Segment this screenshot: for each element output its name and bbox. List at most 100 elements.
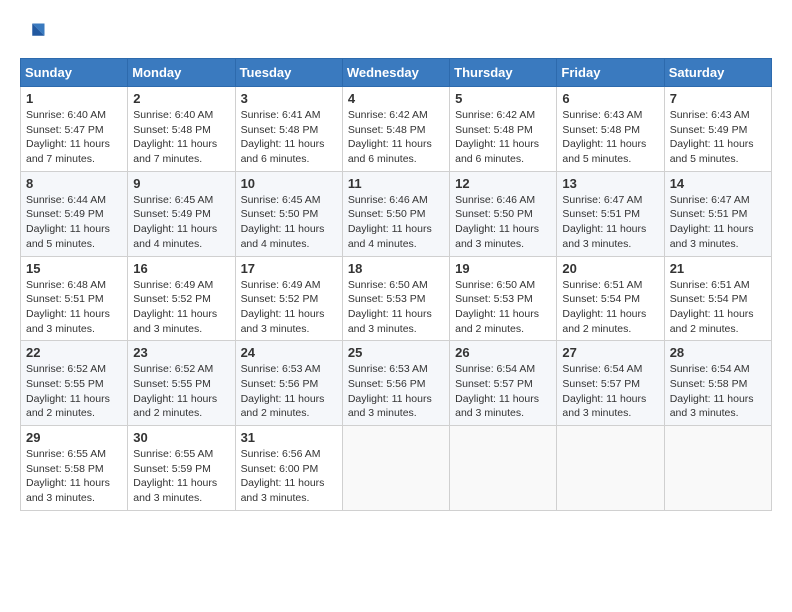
day-number: 28 xyxy=(670,345,766,360)
day-number: 27 xyxy=(562,345,658,360)
day-number: 14 xyxy=(670,176,766,191)
calendar-cell xyxy=(557,426,664,511)
day-number: 19 xyxy=(455,261,551,276)
col-header-monday: Monday xyxy=(128,59,235,87)
cell-info: Sunrise: 6:40 AM Sunset: 5:48 PM Dayligh… xyxy=(133,108,229,167)
calendar-cell: 10 Sunrise: 6:45 AM Sunset: 5:50 PM Dayl… xyxy=(235,171,342,256)
logo xyxy=(20,20,52,48)
calendar-cell: 22 Sunrise: 6:52 AM Sunset: 5:55 PM Dayl… xyxy=(21,341,128,426)
cell-info: Sunrise: 6:46 AM Sunset: 5:50 PM Dayligh… xyxy=(455,193,551,252)
calendar-cell xyxy=(342,426,449,511)
day-number: 25 xyxy=(348,345,444,360)
cell-info: Sunrise: 6:45 AM Sunset: 5:50 PM Dayligh… xyxy=(241,193,337,252)
day-number: 30 xyxy=(133,430,229,445)
col-header-saturday: Saturday xyxy=(664,59,771,87)
cell-info: Sunrise: 6:48 AM Sunset: 5:51 PM Dayligh… xyxy=(26,278,122,337)
day-number: 21 xyxy=(670,261,766,276)
cell-info: Sunrise: 6:41 AM Sunset: 5:48 PM Dayligh… xyxy=(241,108,337,167)
cell-info: Sunrise: 6:55 AM Sunset: 5:59 PM Dayligh… xyxy=(133,447,229,506)
cell-info: Sunrise: 6:51 AM Sunset: 5:54 PM Dayligh… xyxy=(670,278,766,337)
calendar-cell: 7 Sunrise: 6:43 AM Sunset: 5:49 PM Dayli… xyxy=(664,87,771,172)
cell-info: Sunrise: 6:44 AM Sunset: 5:49 PM Dayligh… xyxy=(26,193,122,252)
calendar-cell: 4 Sunrise: 6:42 AM Sunset: 5:48 PM Dayli… xyxy=(342,87,449,172)
day-number: 11 xyxy=(348,176,444,191)
cell-info: Sunrise: 6:47 AM Sunset: 5:51 PM Dayligh… xyxy=(670,193,766,252)
cell-info: Sunrise: 6:42 AM Sunset: 5:48 PM Dayligh… xyxy=(455,108,551,167)
day-number: 17 xyxy=(241,261,337,276)
calendar-cell: 26 Sunrise: 6:54 AM Sunset: 5:57 PM Dayl… xyxy=(450,341,557,426)
cell-info: Sunrise: 6:56 AM Sunset: 6:00 PM Dayligh… xyxy=(241,447,337,506)
cell-info: Sunrise: 6:47 AM Sunset: 5:51 PM Dayligh… xyxy=(562,193,658,252)
day-number: 24 xyxy=(241,345,337,360)
calendar-cell: 31 Sunrise: 6:56 AM Sunset: 6:00 PM Dayl… xyxy=(235,426,342,511)
col-header-wednesday: Wednesday xyxy=(342,59,449,87)
day-number: 6 xyxy=(562,91,658,106)
day-number: 12 xyxy=(455,176,551,191)
calendar-cell: 1 Sunrise: 6:40 AM Sunset: 5:47 PM Dayli… xyxy=(21,87,128,172)
calendar-cell: 6 Sunrise: 6:43 AM Sunset: 5:48 PM Dayli… xyxy=(557,87,664,172)
col-header-tuesday: Tuesday xyxy=(235,59,342,87)
calendar-cell xyxy=(664,426,771,511)
calendar-cell: 27 Sunrise: 6:54 AM Sunset: 5:57 PM Dayl… xyxy=(557,341,664,426)
cell-info: Sunrise: 6:52 AM Sunset: 5:55 PM Dayligh… xyxy=(26,362,122,421)
col-header-thursday: Thursday xyxy=(450,59,557,87)
cell-info: Sunrise: 6:43 AM Sunset: 5:49 PM Dayligh… xyxy=(670,108,766,167)
day-number: 13 xyxy=(562,176,658,191)
calendar-cell: 25 Sunrise: 6:53 AM Sunset: 5:56 PM Dayl… xyxy=(342,341,449,426)
calendar-cell: 13 Sunrise: 6:47 AM Sunset: 5:51 PM Dayl… xyxy=(557,171,664,256)
calendar-cell: 16 Sunrise: 6:49 AM Sunset: 5:52 PM Dayl… xyxy=(128,256,235,341)
cell-info: Sunrise: 6:53 AM Sunset: 5:56 PM Dayligh… xyxy=(241,362,337,421)
calendar-week-row: 22 Sunrise: 6:52 AM Sunset: 5:55 PM Dayl… xyxy=(21,341,772,426)
calendar-cell: 23 Sunrise: 6:52 AM Sunset: 5:55 PM Dayl… xyxy=(128,341,235,426)
calendar-cell: 8 Sunrise: 6:44 AM Sunset: 5:49 PM Dayli… xyxy=(21,171,128,256)
calendar-week-row: 1 Sunrise: 6:40 AM Sunset: 5:47 PM Dayli… xyxy=(21,87,772,172)
day-number: 10 xyxy=(241,176,337,191)
day-number: 18 xyxy=(348,261,444,276)
day-number: 22 xyxy=(26,345,122,360)
cell-info: Sunrise: 6:50 AM Sunset: 5:53 PM Dayligh… xyxy=(348,278,444,337)
day-number: 2 xyxy=(133,91,229,106)
day-number: 23 xyxy=(133,345,229,360)
calendar-table: SundayMondayTuesdayWednesdayThursdayFrid… xyxy=(20,58,772,511)
day-number: 3 xyxy=(241,91,337,106)
calendar-cell: 18 Sunrise: 6:50 AM Sunset: 5:53 PM Dayl… xyxy=(342,256,449,341)
logo-icon xyxy=(20,20,48,48)
day-number: 1 xyxy=(26,91,122,106)
page-header xyxy=(20,20,772,48)
cell-info: Sunrise: 6:49 AM Sunset: 5:52 PM Dayligh… xyxy=(133,278,229,337)
cell-info: Sunrise: 6:55 AM Sunset: 5:58 PM Dayligh… xyxy=(26,447,122,506)
day-number: 31 xyxy=(241,430,337,445)
calendar-cell: 3 Sunrise: 6:41 AM Sunset: 5:48 PM Dayli… xyxy=(235,87,342,172)
day-number: 7 xyxy=(670,91,766,106)
calendar-cell: 29 Sunrise: 6:55 AM Sunset: 5:58 PM Dayl… xyxy=(21,426,128,511)
cell-info: Sunrise: 6:45 AM Sunset: 5:49 PM Dayligh… xyxy=(133,193,229,252)
calendar-cell: 11 Sunrise: 6:46 AM Sunset: 5:50 PM Dayl… xyxy=(342,171,449,256)
calendar-week-row: 29 Sunrise: 6:55 AM Sunset: 5:58 PM Dayl… xyxy=(21,426,772,511)
cell-info: Sunrise: 6:43 AM Sunset: 5:48 PM Dayligh… xyxy=(562,108,658,167)
cell-info: Sunrise: 6:54 AM Sunset: 5:57 PM Dayligh… xyxy=(562,362,658,421)
calendar-cell: 20 Sunrise: 6:51 AM Sunset: 5:54 PM Dayl… xyxy=(557,256,664,341)
calendar-cell: 12 Sunrise: 6:46 AM Sunset: 5:50 PM Dayl… xyxy=(450,171,557,256)
calendar-header-row: SundayMondayTuesdayWednesdayThursdayFrid… xyxy=(21,59,772,87)
day-number: 16 xyxy=(133,261,229,276)
calendar-cell: 21 Sunrise: 6:51 AM Sunset: 5:54 PM Dayl… xyxy=(664,256,771,341)
calendar-cell: 14 Sunrise: 6:47 AM Sunset: 5:51 PM Dayl… xyxy=(664,171,771,256)
cell-info: Sunrise: 6:52 AM Sunset: 5:55 PM Dayligh… xyxy=(133,362,229,421)
cell-info: Sunrise: 6:51 AM Sunset: 5:54 PM Dayligh… xyxy=(562,278,658,337)
cell-info: Sunrise: 6:49 AM Sunset: 5:52 PM Dayligh… xyxy=(241,278,337,337)
calendar-cell xyxy=(450,426,557,511)
calendar-week-row: 8 Sunrise: 6:44 AM Sunset: 5:49 PM Dayli… xyxy=(21,171,772,256)
cell-info: Sunrise: 6:46 AM Sunset: 5:50 PM Dayligh… xyxy=(348,193,444,252)
calendar-cell: 19 Sunrise: 6:50 AM Sunset: 5:53 PM Dayl… xyxy=(450,256,557,341)
calendar-cell: 2 Sunrise: 6:40 AM Sunset: 5:48 PM Dayli… xyxy=(128,87,235,172)
calendar-week-row: 15 Sunrise: 6:48 AM Sunset: 5:51 PM Dayl… xyxy=(21,256,772,341)
day-number: 29 xyxy=(26,430,122,445)
cell-info: Sunrise: 6:54 AM Sunset: 5:58 PM Dayligh… xyxy=(670,362,766,421)
calendar-cell: 30 Sunrise: 6:55 AM Sunset: 5:59 PM Dayl… xyxy=(128,426,235,511)
calendar-cell: 15 Sunrise: 6:48 AM Sunset: 5:51 PM Dayl… xyxy=(21,256,128,341)
day-number: 26 xyxy=(455,345,551,360)
cell-info: Sunrise: 6:40 AM Sunset: 5:47 PM Dayligh… xyxy=(26,108,122,167)
cell-info: Sunrise: 6:42 AM Sunset: 5:48 PM Dayligh… xyxy=(348,108,444,167)
day-number: 15 xyxy=(26,261,122,276)
cell-info: Sunrise: 6:54 AM Sunset: 5:57 PM Dayligh… xyxy=(455,362,551,421)
